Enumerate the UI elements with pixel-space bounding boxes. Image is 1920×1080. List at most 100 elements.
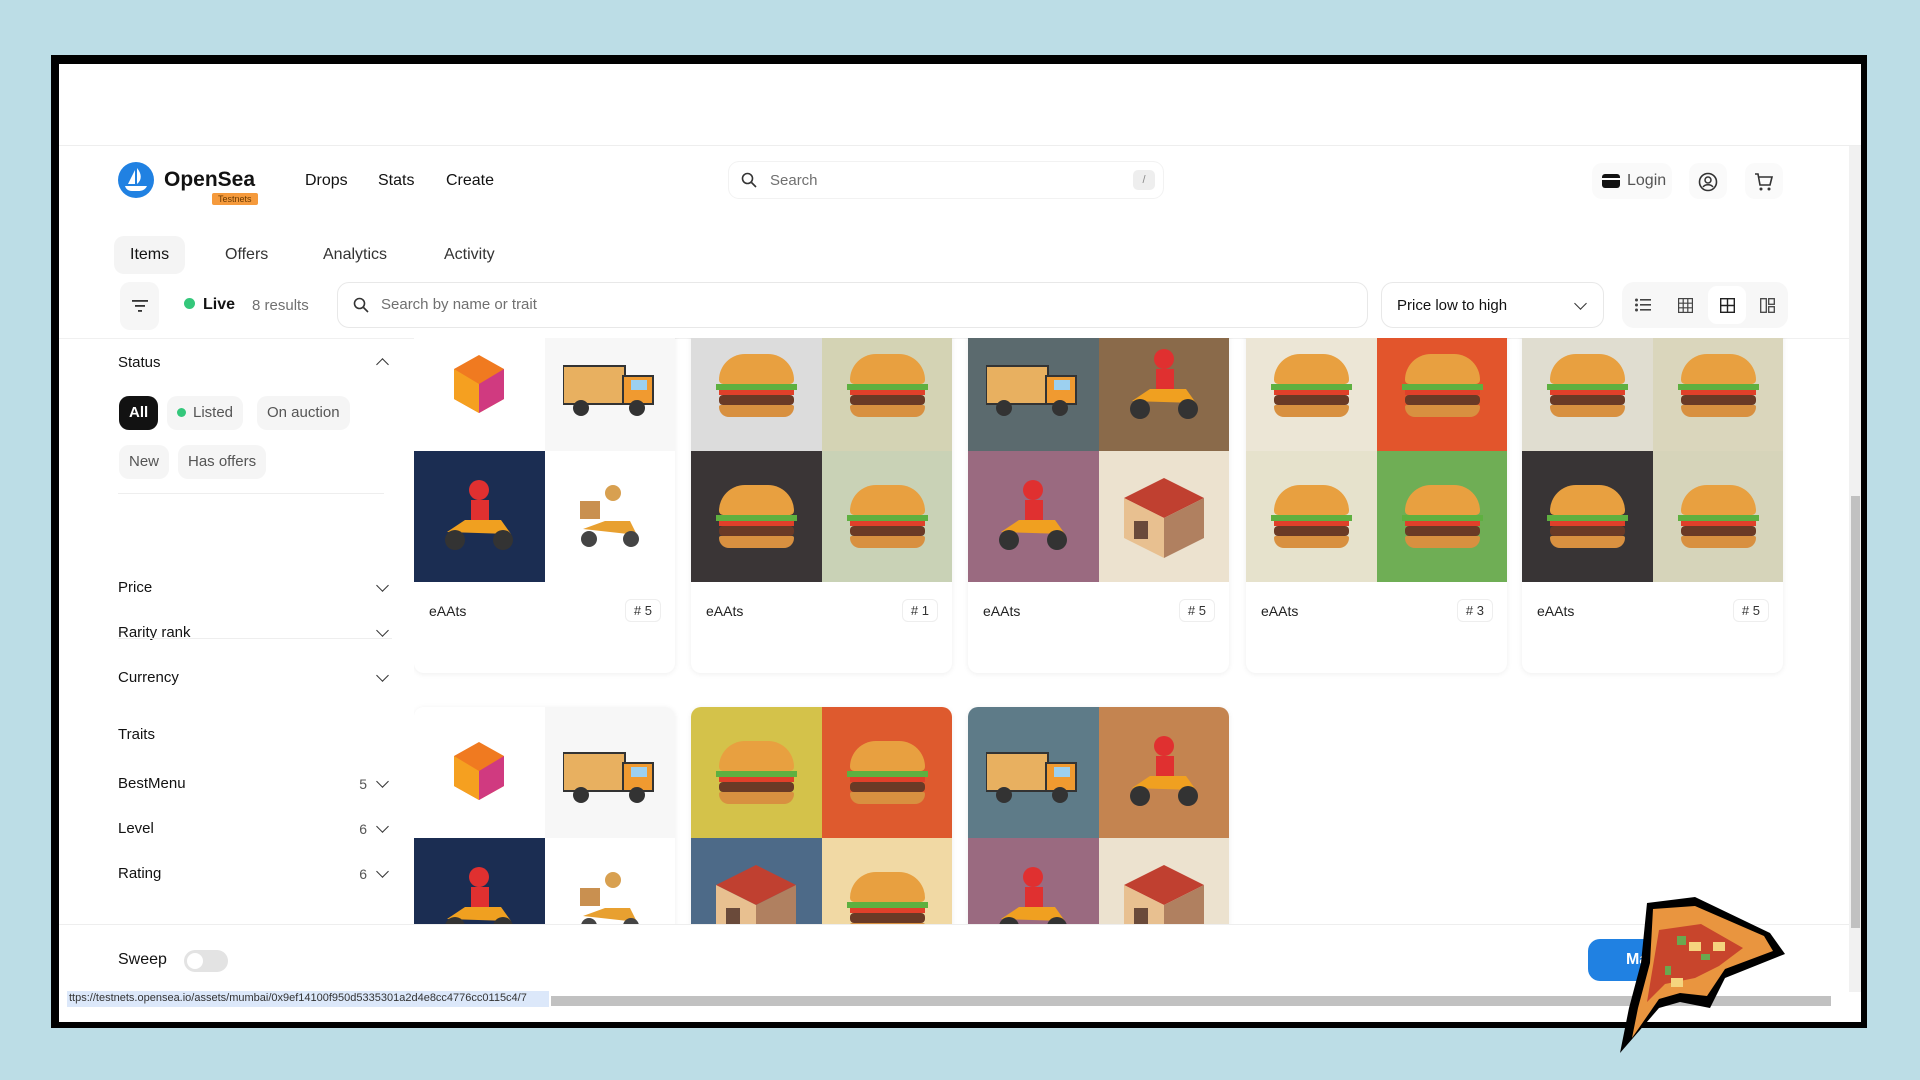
scooter-artwork bbox=[414, 451, 545, 582]
sort-value: Price low to high bbox=[1397, 297, 1508, 314]
item-card[interactable] bbox=[414, 707, 675, 924]
filter-label: Currency bbox=[118, 669, 179, 686]
truck-artwork bbox=[544, 338, 675, 451]
view-grid-small-button[interactable] bbox=[1666, 286, 1704, 324]
filter-label: Price bbox=[118, 579, 153, 596]
status-pill-on-auction[interactable]: On auction bbox=[257, 396, 350, 430]
item-collection-name: eAAts bbox=[429, 603, 467, 619]
burger-artwork bbox=[691, 707, 822, 838]
search-placeholder: Search by name or trait bbox=[381, 296, 537, 313]
item-number-badge: # 3 bbox=[1456, 599, 1493, 622]
burger-artwork bbox=[1246, 338, 1377, 451]
item-card[interactable]: eAAts # 5 bbox=[1522, 338, 1783, 673]
search-placeholder: Search bbox=[770, 172, 818, 189]
brand-name[interactable]: OpenSea bbox=[164, 168, 255, 192]
status-pill-listed[interactable]: Listed bbox=[167, 396, 244, 430]
status-pill-has-offers[interactable]: Has offers bbox=[178, 445, 267, 479]
item-collection-name: eAAts bbox=[706, 603, 744, 619]
tab-analytics[interactable]: Analytics bbox=[307, 236, 403, 274]
sort-dropdown[interactable]: Price low to high bbox=[1381, 282, 1604, 328]
item-card[interactable] bbox=[691, 707, 952, 924]
filter-rarity-rank[interactable]: Rarity rank bbox=[118, 624, 393, 644]
shop-artwork bbox=[1098, 451, 1229, 582]
item-card[interactable]: eAAts # 5 bbox=[414, 338, 675, 673]
tab-items[interactable]: Items bbox=[114, 236, 186, 274]
truck-artwork bbox=[968, 707, 1099, 838]
opensea-logo[interactable] bbox=[118, 162, 154, 198]
trait-bestmenu[interactable]: BestMenu 5 bbox=[118, 775, 393, 795]
cart-button[interactable] bbox=[1745, 163, 1783, 199]
item-card[interactable]: eAAts # 1 bbox=[691, 338, 952, 673]
grid-medium-icon bbox=[1720, 298, 1735, 313]
live-dot-icon bbox=[184, 298, 195, 309]
status-pill-new[interactable]: New bbox=[119, 445, 170, 479]
burger-artwork bbox=[821, 338, 952, 451]
trait-rating[interactable]: Rating 6 bbox=[118, 865, 393, 885]
grid-large-icon bbox=[1760, 298, 1775, 313]
truck-artwork bbox=[968, 338, 1099, 451]
burger-artwork bbox=[1376, 338, 1507, 451]
item-card[interactable] bbox=[968, 707, 1229, 924]
wallet-icon bbox=[1602, 174, 1620, 188]
chevron-down-icon bbox=[376, 775, 389, 788]
nav-create[interactable]: Create bbox=[446, 172, 494, 190]
truck-artwork bbox=[544, 707, 675, 838]
status-pill-all[interactable]: All bbox=[119, 396, 159, 430]
item-collection-name: eAAts bbox=[983, 603, 1021, 619]
tab-activity[interactable]: Activity bbox=[428, 236, 511, 274]
item-image[interactable] bbox=[968, 707, 1229, 924]
nav-drops[interactable]: Drops bbox=[305, 172, 348, 190]
view-list-button[interactable] bbox=[1624, 286, 1662, 324]
trait-level[interactable]: Level 6 bbox=[118, 820, 393, 840]
login-button[interactable]: Login bbox=[1592, 163, 1672, 199]
traits-title: Traits bbox=[118, 726, 155, 743]
listed-dot-icon bbox=[177, 408, 186, 417]
search-icon bbox=[741, 172, 757, 188]
testnets-badge: Testnets bbox=[212, 193, 258, 205]
item-card[interactable]: eAAts # 3 bbox=[1246, 338, 1507, 673]
item-image[interactable] bbox=[414, 338, 675, 582]
account-icon bbox=[1698, 172, 1718, 192]
item-image[interactable] bbox=[691, 338, 952, 582]
item-collection-name: eAAts bbox=[1537, 603, 1575, 619]
filter-price[interactable]: Price bbox=[118, 579, 393, 599]
item-image[interactable] bbox=[968, 338, 1229, 582]
scrollbar-thumb[interactable] bbox=[1851, 496, 1860, 928]
cube-artwork bbox=[414, 707, 545, 838]
trait-count: 6 bbox=[359, 866, 367, 882]
profile-button[interactable] bbox=[1689, 163, 1727, 199]
item-image[interactable] bbox=[414, 707, 675, 924]
filter-icon bbox=[132, 300, 148, 312]
divider bbox=[59, 145, 1861, 146]
pill-label: Listed bbox=[193, 404, 234, 421]
nav-stats[interactable]: Stats bbox=[378, 172, 414, 190]
global-search-input[interactable]: Search / bbox=[729, 162, 1163, 198]
tab-offers[interactable]: Offers bbox=[209, 236, 284, 274]
status-bar-url: ttps://testnets.opensea.io/assets/mumbai… bbox=[67, 991, 549, 1007]
sweep-toggle[interactable] bbox=[184, 950, 228, 972]
filter-currency[interactable]: Currency bbox=[118, 669, 393, 689]
scooter-artwork bbox=[414, 838, 545, 924]
status-section-header[interactable]: Status bbox=[118, 354, 393, 374]
item-card[interactable]: eAAts # 5 bbox=[968, 338, 1229, 673]
scooter-artwork bbox=[968, 451, 1099, 582]
chevron-down-icon bbox=[376, 624, 389, 637]
filter-toggle-button[interactable] bbox=[120, 282, 159, 330]
burger-artwork bbox=[691, 451, 822, 582]
burger-artwork bbox=[821, 451, 952, 582]
view-grid-medium-button[interactable] bbox=[1708, 286, 1746, 324]
item-image[interactable] bbox=[691, 707, 952, 924]
scooter2-artwork bbox=[544, 451, 675, 582]
item-search-input[interactable]: Search by name or trait bbox=[337, 282, 1368, 328]
burger-artwork bbox=[1522, 451, 1653, 582]
scooter-artwork bbox=[968, 838, 1099, 924]
burger-artwork bbox=[1246, 451, 1377, 582]
item-image[interactable] bbox=[1246, 338, 1507, 582]
item-number-badge: # 1 bbox=[901, 599, 938, 622]
chevron-down-icon bbox=[1574, 297, 1587, 310]
chevron-down-icon bbox=[376, 669, 389, 682]
divider bbox=[59, 924, 1861, 925]
list-icon bbox=[1635, 298, 1651, 312]
view-grid-large-button[interactable] bbox=[1748, 286, 1786, 324]
item-image[interactable] bbox=[1522, 338, 1783, 582]
